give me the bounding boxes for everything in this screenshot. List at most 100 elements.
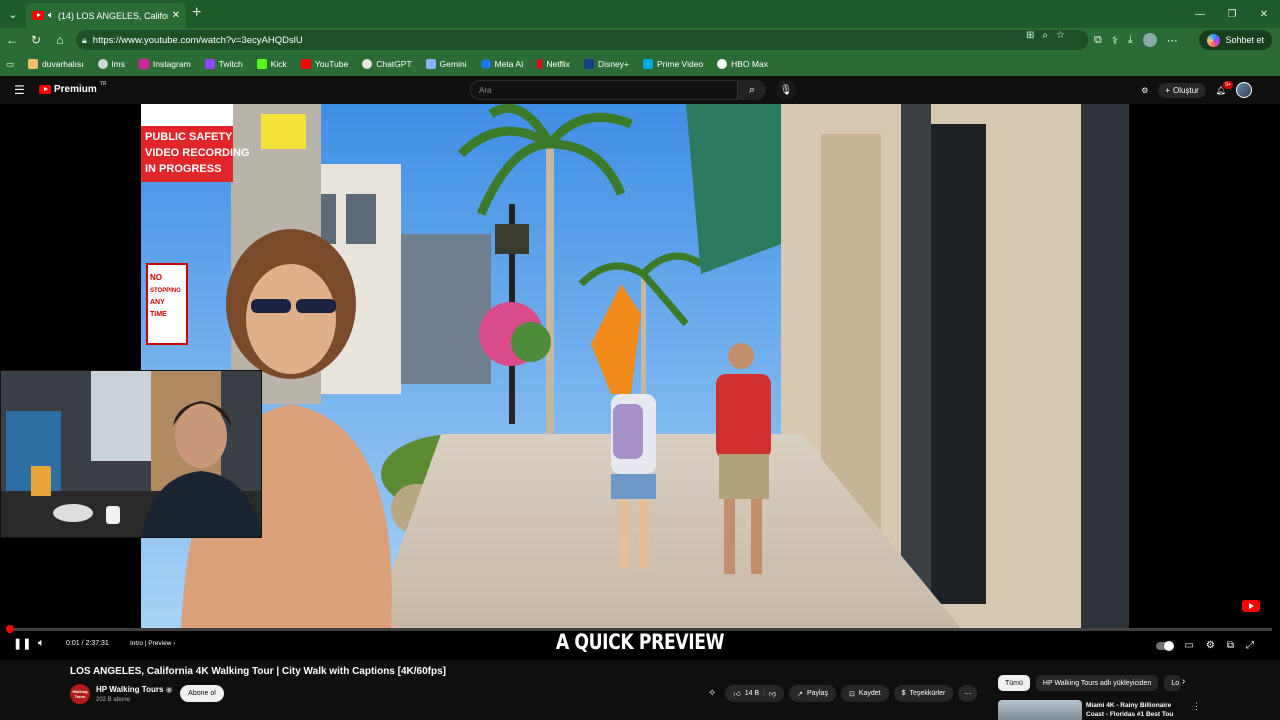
subscribe-button[interactable]: Abone ol (180, 685, 224, 702)
tab-list-button[interactable]: ⌄ (0, 0, 26, 28)
cast-icon[interactable]: ⚙ (1141, 86, 1148, 95)
more-actions-button[interactable]: ⋯ (958, 685, 978, 702)
address-toolbar: ← ↻ ⌂ 🔒︎ https://www.youtube.com/watch?v… (0, 28, 1280, 52)
progress-scrubber[interactable] (6, 625, 14, 633)
tab-title: (14) LOS ANGELES, California (58, 10, 168, 21)
save-button[interactable]: ⊡ Kaydet (840, 685, 889, 702)
reading-list-icon[interactable]: ▭ (6, 59, 14, 70)
bookmark-gemini[interactable]: Gemini (425, 59, 467, 69)
fullscreen-icon[interactable]: ⤢ (1246, 640, 1254, 651)
chip-all[interactable]: Tümü (998, 675, 1030, 691)
search-button[interactable]: ⌕ (738, 80, 766, 100)
gemini-icon (425, 59, 436, 69)
more-menu-icon[interactable]: ⋯ (1167, 34, 1178, 47)
volume-icon[interactable]: 🔈︎ (38, 637, 45, 650)
globe-icon (97, 59, 108, 69)
settings-icon[interactable]: ⚙ (1206, 640, 1215, 651)
chapter-label[interactable]: Intro | Preview › (130, 640, 175, 647)
bookmark-duvarhalisi[interactable]: duvarhalısı (28, 59, 84, 69)
sign-line-2: VIDEO RECORDING (145, 147, 250, 159)
bookmark-icon (28, 59, 39, 69)
video-player[interactable]: PUBLIC SAFETY VIDEO RECORDING IN PROGRES… (0, 104, 1280, 660)
captions-icon[interactable]: ▭ (1184, 640, 1193, 651)
recommendation-chips: Tümü HP Walking Tours adlı yükleyiciden … (998, 675, 1182, 691)
favorite-star-icon[interactable]: ☆ (1056, 30, 1065, 41)
share-button[interactable]: ↗ Paylaş (789, 685, 836, 702)
channel-avatar[interactable]: Walking Tours (70, 684, 90, 704)
bookmark-disney[interactable]: Disney+ (584, 59, 629, 69)
bookmark-kick[interactable]: Kick (256, 59, 287, 69)
search-input[interactable]: Ara (470, 80, 738, 100)
bookmark-netflix[interactable]: Netflix (537, 59, 570, 69)
account-avatar[interactable] (1236, 82, 1252, 98)
chip-from-uploader[interactable]: HP Walking Tours adlı yükleyiciden (1035, 675, 1159, 691)
copilot-button[interactable]: Sohbet et (1199, 30, 1272, 50)
kick-icon (256, 59, 267, 69)
chevron-right-icon[interactable]: › (1182, 676, 1185, 687)
bookmark-youtube[interactable]: YouTube (300, 59, 348, 69)
plus-icon: + (1165, 85, 1171, 95)
close-window-button[interactable]: ✕ (1248, 0, 1280, 28)
dislike-icon[interactable]: 👎︎ (769, 689, 776, 698)
like-icon: 👍︎ (733, 691, 741, 698)
voice-search-button[interactable]: 🎙︎ (776, 80, 796, 100)
url-actions: ⊞ ⌕ ☆ (1026, 30, 1065, 41)
like-button[interactable]: 👍︎ 14 B | 👎︎ (725, 685, 785, 702)
recommendation-title[interactable]: Miami 4K - Rainy Billionaire Coast - Flo… (1086, 701, 1186, 719)
speaker-icon[interactable]: 🔈︎ (48, 10, 54, 21)
miniplayer-icon[interactable]: ⧉ (1227, 640, 1234, 651)
bookmark-meta-ai[interactable]: Meta AI (480, 59, 523, 69)
sign-line-3: IN PROGRESS (145, 163, 221, 175)
browser-tab-youtube[interactable]: 🔈︎ (14) LOS ANGELES, California ✕ (26, 3, 186, 28)
chip-partial[interactable]: Lo (1164, 675, 1182, 691)
bookmark-icon: ⊡ (848, 690, 855, 698)
refresh-button[interactable]: ↻ (24, 28, 48, 52)
recommendation-item[interactable]: Miami 4K - Rainy Billionaire Coast - Flo… (998, 700, 1198, 720)
recommendation-thumbnail[interactable] (998, 700, 1082, 720)
notification-badge: 9+ (1223, 80, 1233, 89)
channel-name[interactable]: HP Walking Tours ◉ (96, 685, 173, 694)
back-button[interactable]: ← (0, 28, 24, 52)
restore-button[interactable]: ❐ (1216, 0, 1248, 28)
zoom-icon[interactable]: ⌕ (1042, 30, 1048, 41)
no-stopping-line-2: STOPPING (150, 288, 181, 294)
bookmark-hbo-max[interactable]: HBO Max (717, 59, 768, 69)
bookmark-chatgpt[interactable]: ChatGPT (362, 59, 412, 69)
microphone-icon: 🎙︎ (779, 84, 793, 96)
more-icon: ⋯ (964, 690, 972, 698)
subscribe-watermark-icon[interactable] (1242, 600, 1260, 612)
downloads-icon[interactable]: ⤓ (1128, 34, 1133, 47)
bookmark-lms[interactable]: lms (97, 59, 125, 69)
create-button[interactable]: + Oluştur (1158, 82, 1206, 98)
youtube-header-actions: ⚙ + Oluştur 🔔︎ 9+ (1141, 80, 1252, 100)
thanks-icon: $ (901, 690, 906, 697)
bookmark-prime-video[interactable]: Prime Video (643, 59, 703, 69)
menu-icon[interactable]: ☰ (14, 83, 25, 97)
player-controls: ❚❚ 🔈︎ 0:01 / 2:37:31 Intro | Preview › ▭… (0, 634, 1280, 656)
video-frame[interactable]: PUBLIC SAFETY VIDEO RECORDING IN PROGRES… (141, 104, 1129, 628)
tab-close-icon[interactable]: ✕ (172, 10, 180, 21)
new-tab-button[interactable]: + (192, 4, 201, 22)
player-controls-right: ▭ ⚙ ⧉ ⤢ (1156, 640, 1254, 651)
pause-icon[interactable]: ❚❚ (13, 637, 31, 650)
recommendation-menu-icon[interactable]: ⋮ (1192, 701, 1201, 712)
bookmark-twitch[interactable]: Twitch (204, 59, 243, 69)
autoplay-toggle[interactable] (1156, 640, 1175, 651)
browser-profile-avatar[interactable] (1142, 33, 1157, 47)
no-stopping-line-3: ANY (150, 299, 165, 306)
performance-icon[interactable]: ⚕ (1112, 34, 1118, 47)
bookmark-instagram[interactable]: Instagram (138, 59, 191, 69)
app-available-icon[interactable]: ⊞ (1026, 30, 1034, 41)
extensions-icon[interactable]: ⧉ (1094, 34, 1102, 47)
thanks-button[interactable]: $ Teşekkürler (893, 685, 954, 702)
no-stopping-line-1: NO (150, 273, 162, 282)
chatgpt-icon (362, 59, 373, 69)
lock-icon[interactable]: 🔒︎ (82, 35, 87, 46)
instagram-icon (138, 59, 149, 69)
magic-icon[interactable]: ✧ (708, 688, 716, 699)
home-button[interactable]: ⌂ (48, 28, 72, 52)
notifications-button[interactable]: 🔔︎ 9+ (1216, 80, 1233, 95)
url-bar[interactable]: 🔒︎ https://www.youtube.com/watch?v=3ecyA… (76, 30, 1088, 50)
youtube-premium-logo[interactable]: Premium TR (39, 81, 106, 95)
minimize-button[interactable]: — (1184, 0, 1216, 28)
